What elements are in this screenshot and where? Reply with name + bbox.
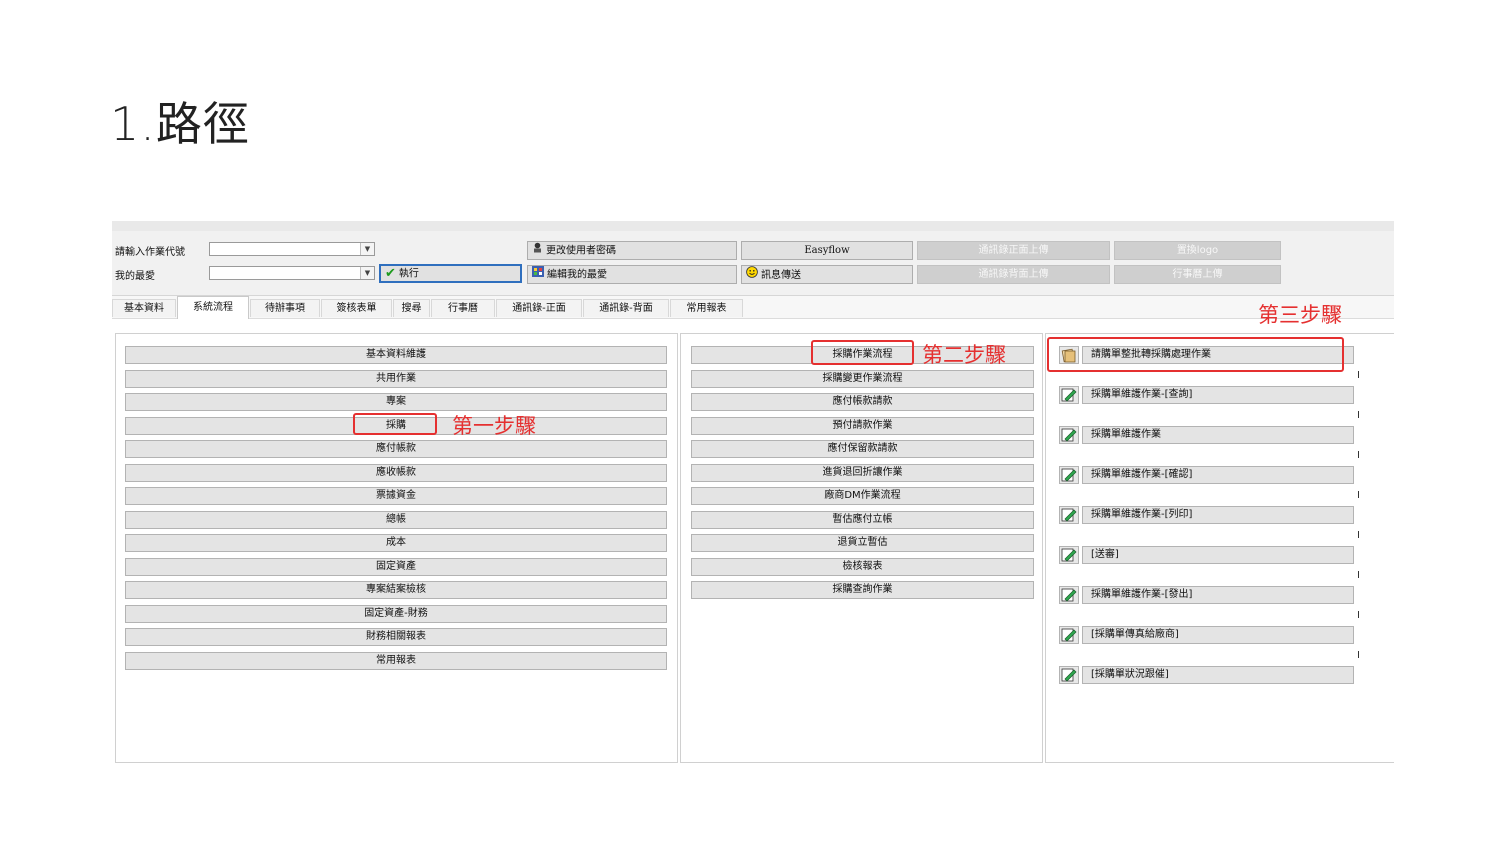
menu-purchase-query[interactable]: 採購查詢作業 [691,581,1034,599]
tab-calendar[interactable]: 行事曆 [431,299,495,317]
edit-pencil-icon[interactable] [1059,666,1079,684]
tick-mark [1358,451,1359,458]
favorites-combo[interactable]: ▼ [209,266,375,280]
tick-mark [1358,531,1359,538]
step1-highlight-box [353,413,437,435]
tab-contacts-back[interactable]: 通訊錄-背面 [583,299,669,317]
menu-fixed-assets[interactable]: 固定資產 [125,558,667,576]
tick-mark [1358,611,1359,618]
tick-mark [1358,651,1359,658]
tab-search[interactable]: 搜尋 [393,299,430,317]
easyflow-button[interactable]: Easyflow [741,241,913,260]
menu-retention-request[interactable]: 應付保留款請款 [691,440,1034,458]
checkmark-icon: ✔ [385,266,396,281]
menu-submit-approval[interactable]: [送審] [1082,546,1354,564]
menu-check-reports[interactable]: 檢核報表 [691,558,1034,576]
menu-fixed-assets-finance[interactable]: 固定資產-財務 [125,605,667,623]
menu-estimated-payable[interactable]: 暫估應付立帳 [691,511,1034,529]
step2-annotation: 第二步驟 [922,343,1006,367]
chevron-down-icon[interactable]: ▼ [360,267,374,279]
menu-payable-request[interactable]: 應付帳款請款 [691,393,1034,411]
menu-prepayment-request[interactable]: 預付請款作業 [691,417,1034,435]
message-label: 訊息傳送 [761,270,801,281]
tick-mark [1358,411,1359,418]
menu-shared-operations[interactable]: 共用作業 [125,370,667,388]
tick-mark [1358,491,1359,498]
menu-po-maintenance-confirm[interactable]: 採購單維護作業-[確認] [1082,466,1354,484]
tab-contacts-front[interactable]: 通訊錄-正面 [496,299,582,317]
menu-po-maintenance-query[interactable]: 採購單維護作業-[查詢] [1082,386,1354,404]
edit-pencil-icon[interactable] [1059,506,1079,524]
step3-annotation: 第三步驟 [1258,303,1342,327]
menu-po-status-followup[interactable]: [採購單狀況跟催] [1082,666,1354,684]
message-button[interactable]: 訊息傳送 [741,265,913,284]
edit-pencil-icon[interactable] [1059,426,1079,444]
input-code-combo[interactable]: ▼ [209,242,375,256]
edit-pencil-icon[interactable] [1059,546,1079,564]
step2-highlight-box [811,340,914,365]
tab-common-reports[interactable]: 常用報表 [670,299,743,317]
tick-mark [1358,571,1359,578]
menu-purchase-change-flow[interactable]: 採購變更作業流程 [691,370,1034,388]
menu-project-closing-check[interactable]: 專案結案檢核 [125,581,667,599]
edit-pencil-icon[interactable] [1059,386,1079,404]
edit-pencil-icon[interactable] [1059,626,1079,644]
window-top-strip [112,221,1394,231]
calendar-upload-button[interactable]: 行事曆上傳 [1114,265,1281,284]
execute-button[interactable]: ✔ 執行 [379,264,522,283]
menu-po-fax-vendor[interactable]: [採購單傳真給廠商] [1082,626,1354,644]
menu-common-reports[interactable]: 常用報表 [125,652,667,670]
tab-system-flow[interactable]: 系統流程 [177,296,249,319]
tab-approval-forms[interactable]: 簽核表單 [321,299,392,317]
smiley-icon [746,266,758,284]
tab-basic-data[interactable]: 基本資料 [112,299,176,317]
execute-label: 執行 [398,268,419,280]
menu-vendor-dm-flow[interactable]: 廠商DM作業流程 [691,487,1034,505]
toolbar: 請輸入作業代號 ▼ 我的最愛 ▼ ✔ 執行 更改使用者密碼 編輯我的最愛 Easy… [112,231,1394,296]
menu-accounts-payable[interactable]: 應付帳款 [125,440,667,458]
menu-finance-reports[interactable]: 財務相關報表 [125,628,667,646]
chevron-down-icon[interactable]: ▼ [360,243,374,255]
edit-pencil-icon[interactable] [1059,586,1079,604]
menu-notes-funds[interactable]: 票據資金 [125,487,667,505]
contacts-back-upload-button[interactable]: 通訊錄背面上傳 [917,265,1110,284]
user-key-icon [532,242,543,259]
edit-favorites-label: 編輯我的最愛 [547,269,607,281]
tick-mark [1358,371,1359,378]
edit-pencil-icon[interactable] [1059,466,1079,484]
favorites-label: 我的最愛 [115,271,155,282]
menu-po-maintenance-issue[interactable]: 採購單維護作業-[發出] [1082,586,1354,604]
contacts-front-upload-button[interactable]: 通訊錄正面上傳 [917,241,1110,260]
change-password-label: 更改使用者密碼 [546,245,616,257]
tab-todo[interactable]: 待辦事項 [250,299,320,317]
menu-general-ledger[interactable]: 總帳 [125,511,667,529]
input-code-label: 請輸入作業代號 [115,247,185,258]
step1-annotation: 第一步驟 [452,414,536,438]
step3-highlight-box [1047,337,1344,372]
tab-bar: 基本資料 系統流程 待辦事項 簽核表單 搜尋 行事曆 通訊錄-正面 通訊錄-背面… [112,296,1394,319]
edit-favorites-button[interactable]: 編輯我的最愛 [527,265,737,284]
menu-cost[interactable]: 成本 [125,534,667,552]
menu-project[interactable]: 專案 [125,393,667,411]
replace-logo-button[interactable]: 置換logo [1114,241,1281,260]
menu-accounts-receivable[interactable]: 應收帳款 [125,464,667,482]
menu-po-maintenance-print[interactable]: 採購單維護作業-[列印] [1082,506,1354,524]
slide-title: 1.路徑 [110,97,250,151]
menu-basic-data-maintenance[interactable]: 基本資料維護 [125,346,667,364]
change-password-button[interactable]: 更改使用者密碼 [527,241,737,260]
favorites-grid-icon [532,266,544,283]
menu-po-maintenance[interactable]: 採購單維護作業 [1082,426,1354,444]
menu-return-estimate[interactable]: 退貨立暫估 [691,534,1034,552]
menu-purchase-return[interactable]: 進貨退回折讓作業 [691,464,1034,482]
